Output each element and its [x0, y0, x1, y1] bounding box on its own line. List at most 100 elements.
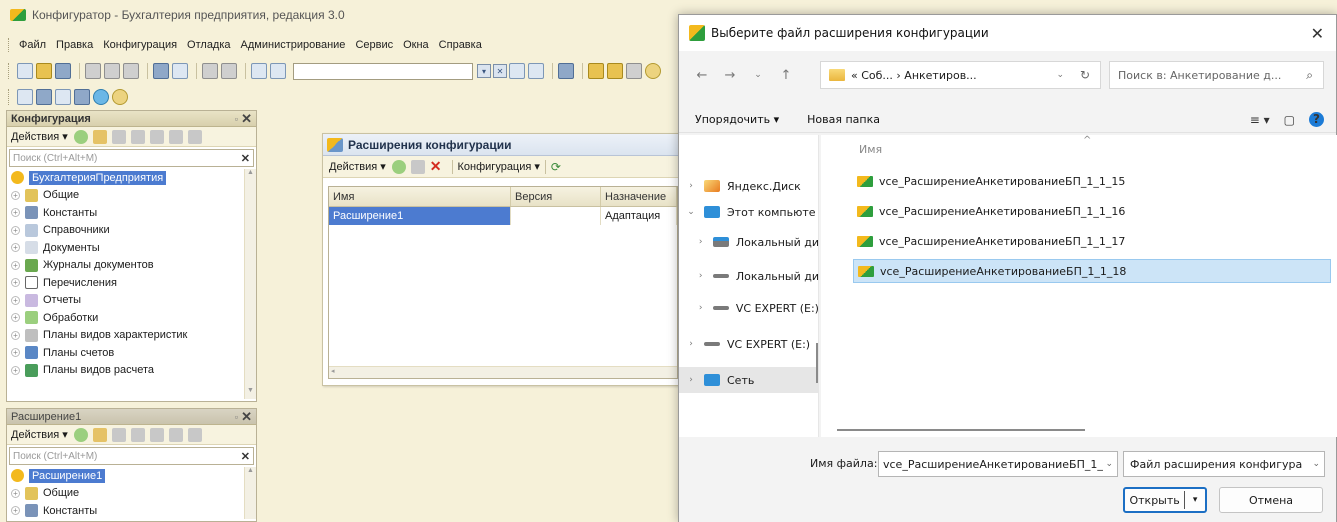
delete-icon[interactable] — [130, 427, 145, 442]
add-icon[interactable] — [73, 427, 88, 442]
expand-icon[interactable]: + — [11, 295, 20, 305]
add-icon[interactable] — [73, 129, 88, 144]
delete-icon[interactable] — [130, 129, 145, 144]
forward-arrow-icon[interactable]: → — [719, 68, 741, 83]
cancel-button[interactable]: Отмена — [1219, 487, 1323, 513]
close-icon[interactable]: ✕ — [1311, 24, 1324, 43]
cell-purpose[interactable]: Адаптация — [601, 207, 677, 225]
enterprise-icon[interactable] — [112, 89, 128, 105]
expand-icon[interactable]: + — [11, 208, 20, 218]
delete-icon[interactable]: ✕ — [430, 158, 442, 175]
search-back-icon[interactable] — [528, 63, 544, 79]
scroll-down-icon[interactable]: ▼ — [245, 387, 256, 399]
new-folder-button[interactable]: Новая папка — [807, 113, 880, 126]
view-options-icon[interactable]: ≡ ▾ — [1250, 113, 1270, 127]
collapse-chevron-icon[interactable]: ⌄ — [683, 207, 699, 217]
filename-dropdown-icon[interactable]: ⌄ — [1105, 459, 1113, 469]
column-purpose[interactable]: Назначение — [601, 187, 677, 206]
pin-icon[interactable]: ▫ — [235, 114, 238, 124]
expand-icon[interactable]: + — [11, 348, 20, 358]
navigation-scrollbar[interactable] — [816, 343, 818, 383]
expand-chevron-icon[interactable]: › — [683, 339, 699, 349]
save-icon[interactable] — [55, 63, 71, 79]
open-button[interactable]: Открыть ▾ — [1123, 487, 1207, 513]
help-icon[interactable]: ? — [1309, 112, 1324, 127]
file-item-selected[interactable]: vce_РасширениеАнкетированиеБП_1_1_18 — [853, 259, 1331, 283]
tree-item[interactable]: + Общие — [7, 485, 256, 503]
undo-icon[interactable] — [202, 63, 218, 79]
tree-item[interactable]: + Общие — [7, 187, 256, 205]
preview-icon[interactable] — [172, 63, 188, 79]
scroll-up-icon[interactable]: ▲ — [245, 169, 256, 181]
properties-icon[interactable] — [187, 427, 202, 442]
dialog-search-input[interactable]: Поиск в: Анкетирование д... ⌕ — [1109, 61, 1324, 89]
edit-icon[interactable] — [92, 427, 107, 442]
menu-grip-handle[interactable] — [8, 38, 11, 52]
move-up-icon[interactable] — [149, 427, 164, 442]
open-config-icon[interactable] — [17, 89, 33, 105]
update-db-icon[interactable] — [55, 89, 71, 105]
print-icon[interactable] — [153, 63, 169, 79]
column-name[interactable]: Имя — [329, 187, 511, 206]
combo-dropdown-icon[interactable]: ▾ — [477, 64, 491, 78]
start-debug-icon[interactable] — [93, 89, 109, 105]
filetype-dropdown-icon[interactable]: ⌄ — [1309, 459, 1320, 469]
close-icon[interactable]: ✕ — [241, 111, 252, 127]
file-item[interactable]: vce_РасширениеАнкетированиеБП_1_1_16 — [853, 199, 1331, 223]
recent-chevron-icon[interactable]: ⌄ — [747, 70, 769, 80]
move-up-icon[interactable] — [149, 129, 164, 144]
refresh-icon[interactable]: ↻ — [1080, 68, 1090, 82]
tree-item[interactable]: + Журналы документов — [7, 257, 256, 275]
expand-chevron-icon[interactable]: › — [683, 181, 699, 191]
column-version[interactable]: Версия — [511, 187, 601, 206]
menu-edit[interactable]: Правка — [56, 39, 93, 51]
file-item[interactable]: vce_РасширениеАнкетированиеБП_1_1_15 — [853, 169, 1331, 193]
nav-item-local-disk-2[interactable]: › Локальный ди — [679, 263, 819, 289]
preview-pane-icon[interactable]: ▢ — [1284, 113, 1295, 127]
tree-item[interactable]: + Константы — [7, 502, 256, 519]
copy-icon[interactable] — [104, 63, 120, 79]
actions-menu[interactable]: Действия ▾ — [11, 130, 68, 143]
tree-item[interactable]: + Планы видов характеристик — [7, 327, 256, 345]
template-icon[interactable] — [626, 63, 642, 79]
tree-item[interactable]: + Справочники — [7, 222, 256, 240]
menu-configuration[interactable]: Конфигурация — [103, 39, 177, 51]
clear-search-icon[interactable]: ✕ — [241, 152, 250, 165]
tree-item[interactable]: + Перечисления — [7, 274, 256, 292]
syntax-check-icon[interactable] — [558, 63, 574, 79]
actions-menu[interactable]: Действия ▾ — [11, 428, 68, 441]
extension-tree-scrollbar[interactable]: ▲ — [244, 467, 256, 519]
info-icon[interactable] — [645, 63, 661, 79]
db-config-icon[interactable] — [36, 89, 52, 105]
edit-icon[interactable] — [92, 129, 107, 144]
close-icon[interactable]: ✕ — [241, 409, 252, 425]
search-combo[interactable] — [293, 62, 473, 80]
copy-icon[interactable] — [111, 427, 126, 442]
expand-chevron-icon[interactable]: › — [693, 271, 708, 281]
nav-item-vc-expert-2[interactable]: › VC EXPERT (E:) — [679, 331, 819, 357]
expand-chevron-icon[interactable]: › — [693, 303, 708, 313]
clear-x-icon[interactable]: ✕ — [493, 64, 507, 78]
expand-icon[interactable]: + — [11, 260, 20, 270]
open-dropdown-icon[interactable]: ▾ — [1185, 495, 1205, 505]
compare-icon[interactable] — [74, 89, 90, 105]
cell-version[interactable] — [511, 207, 601, 225]
menu-windows[interactable]: Окна — [403, 39, 429, 51]
file-item[interactable]: vce_РасширениеАнкетированиеБП_1_1_17 — [853, 229, 1331, 253]
edit-icon[interactable] — [410, 159, 425, 174]
nav-item-yandex-disk[interactable]: › Яндекс.Диск — [679, 173, 819, 199]
column-header-name[interactable]: Имя — [859, 143, 882, 156]
refresh-icon[interactable]: ⟳ — [551, 160, 561, 174]
organize-menu[interactable]: Упорядочить ▾ — [695, 113, 779, 126]
address-dropdown-icon[interactable]: ⌄ — [1056, 70, 1064, 80]
config-search-input[interactable]: Поиск (Ctrl+Alt+M) ✕ — [9, 149, 254, 167]
nav-item-local-disk-1[interactable]: › Локальный ди — [679, 229, 819, 255]
tree-root-item[interactable]: БухгалтерияПредприятия — [7, 169, 256, 187]
expand-icon[interactable]: + — [11, 488, 20, 498]
toolbar-grip-handle[interactable] — [8, 89, 11, 105]
file-list-hscrollbar[interactable] — [837, 429, 1085, 431]
extensions-hscrollbar[interactable]: ◂ — [329, 366, 677, 378]
toolbar-grip-handle[interactable] — [8, 63, 11, 79]
back-arrow-icon[interactable]: ← — [691, 68, 713, 83]
expand-icon[interactable]: + — [11, 190, 20, 200]
